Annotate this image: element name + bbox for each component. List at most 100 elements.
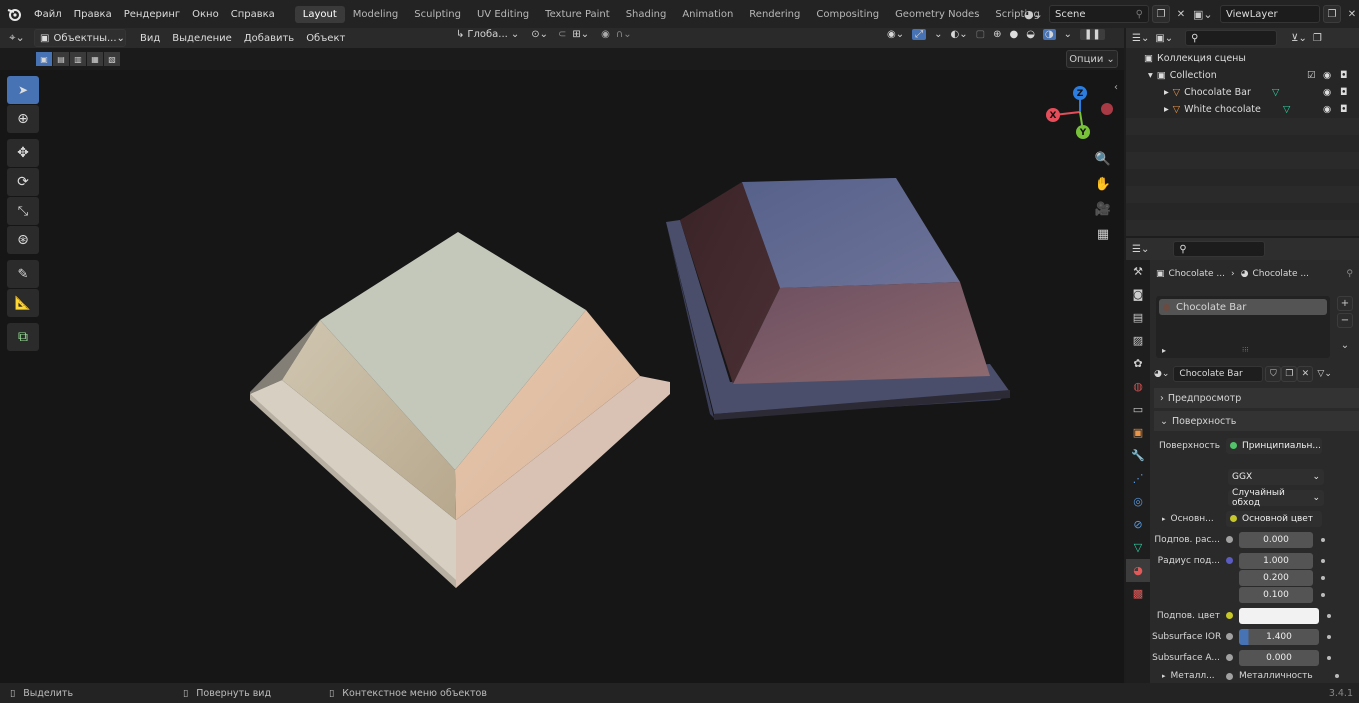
properties-editor-icon[interactable]: ☰⌄ (1132, 244, 1149, 255)
menu-object[interactable]: Объект (300, 33, 351, 44)
expand-arrow-icon[interactable]: ▾ (1148, 70, 1153, 81)
base-color-input[interactable]: Основной цвет (1226, 510, 1322, 527)
keyframe-dot-icon[interactable] (1321, 558, 1325, 563)
outliner-scene-collection[interactable]: ▣ Коллекция сцены (1126, 50, 1359, 67)
link-mode-icon[interactable]: ▽⌄ (1317, 369, 1331, 379)
navigation-gizmo[interactable]: Z X Y (1040, 82, 1120, 142)
shading-solid-icon[interactable]: ● (1009, 29, 1018, 40)
select-intersect-icon[interactable]: ▧ (104, 52, 120, 66)
subsurface-field[interactable]: 0.000 (1239, 531, 1313, 548)
move-tool[interactable]: ✥ (7, 139, 39, 167)
texture-tab-icon[interactable]: ▩ (1126, 582, 1150, 605)
select-new-icon[interactable]: ▣ (36, 52, 52, 66)
particles-tab-icon[interactable]: ⋰ (1126, 467, 1150, 490)
camera-icon[interactable]: ◘ (1340, 104, 1348, 115)
delete-scene-icon[interactable]: ✕ (1173, 5, 1189, 23)
surface-shader-select[interactable]: Принципиальн... (1226, 437, 1322, 454)
display-mode-icon[interactable]: ▣⌄ (1155, 33, 1173, 44)
mode-select[interactable]: ▣ Объектны... ⌄ (34, 29, 126, 47)
view-layer-tab-icon[interactable]: ▨ (1126, 329, 1150, 352)
add-cube-tool[interactable]: ⧉ (7, 323, 39, 351)
select-subtract-icon[interactable]: ▥ (70, 52, 86, 66)
add-slot-icon[interactable]: + (1337, 296, 1353, 311)
zoom-icon[interactable]: 🔍 (1092, 148, 1114, 170)
scale-tool[interactable]: ⤡ (7, 197, 39, 225)
collapse-sidebar-icon[interactable]: ‹ (1114, 82, 1118, 93)
tab-sculpting[interactable]: Sculpting (406, 6, 469, 23)
eye-icon[interactable]: ◉ (1323, 70, 1331, 81)
resize-grip-icon[interactable]: ⁝⁝⁝ (1242, 346, 1249, 354)
camera-icon[interactable]: ◘ (1340, 87, 1348, 98)
pan-hand-icon[interactable]: ✋ (1092, 173, 1114, 195)
tab-uv-editing[interactable]: UV Editing (469, 6, 537, 23)
unlink-material-icon[interactable]: ✕ (1297, 365, 1314, 382)
keyframe-dot-icon[interactable] (1327, 613, 1331, 618)
duplicate-material-icon[interactable]: ❐ (1281, 365, 1298, 382)
perspective-grid-icon[interactable]: ▦ (1092, 223, 1114, 245)
keyframe-dot-icon[interactable] (1327, 634, 1331, 639)
menu-render[interactable]: Рендеринг (118, 9, 186, 20)
new-view-layer-icon[interactable]: ❐ (1323, 5, 1341, 23)
radius-z-field[interactable]: 0.100 (1239, 586, 1313, 603)
tab-geometry-nodes[interactable]: Geometry Nodes (887, 6, 987, 23)
expand-arrow-icon[interactable]: ▸ (1164, 104, 1169, 115)
expand-arrow-icon[interactable]: ▸ (1164, 87, 1169, 98)
metallic-value[interactable]: Металличность (1239, 671, 1313, 681)
outliner-collection-row[interactable]: ▾ ▣ Collection ☑ ◉ ◘ (1126, 67, 1359, 84)
transform-tool[interactable]: ⊛ (7, 226, 39, 254)
world-tab-icon[interactable]: ◍ (1126, 375, 1150, 398)
fake-user-icon[interactable]: ⛉ (1265, 365, 1282, 382)
menu-help[interactable]: Справка (225, 9, 281, 20)
menu-add[interactable]: Добавить (238, 33, 300, 44)
tab-rendering[interactable]: Rendering (741, 6, 808, 23)
constraints-tab-icon[interactable]: ⊘ (1126, 513, 1150, 536)
cursor-tool[interactable]: ⊕ (7, 105, 39, 133)
subsurface-method-select[interactable]: Случайный обход ⌄ (1228, 488, 1324, 508)
properties-search-input[interactable]: ⚲ (1173, 241, 1266, 257)
blender-logo-icon[interactable] (0, 7, 28, 21)
filter-icon[interactable]: ⊻⌄ (1291, 33, 1307, 44)
shading-material-icon[interactable]: ◒ (1026, 29, 1035, 40)
outliner-object-chocolate-bar[interactable]: ▸ ▽ Chocolate Bar ▽ ◉ ◘ (1126, 84, 1359, 101)
radius-y-field[interactable]: 0.200 (1239, 569, 1313, 586)
tool-tab-icon[interactable]: ⚒ (1126, 260, 1150, 283)
render-tab-icon[interactable]: ◙ (1126, 283, 1150, 306)
distribution-select[interactable]: GGX ⌄ (1228, 468, 1324, 485)
object-tab-icon[interactable]: ▣ (1126, 421, 1150, 444)
white-chocolate-object[interactable] (250, 232, 670, 588)
new-collection-icon[interactable]: ❐ (1313, 33, 1322, 44)
keyframe-dot-icon[interactable] (1321, 537, 1325, 542)
outliner-search-input[interactable]: ⚲ (1185, 30, 1278, 46)
view-layer-icon[interactable]: ▣⌄ (1193, 8, 1217, 21)
options-dropdown[interactable]: Опции ⌄ (1066, 50, 1118, 68)
select-invert-icon[interactable]: ▦ (87, 52, 103, 66)
shading-rendered-icon[interactable]: ◑ (1042, 29, 1056, 40)
measure-tool[interactable]: 📐 (7, 289, 39, 317)
delete-view-layer-icon[interactable]: ✕ (1344, 5, 1359, 23)
menu-file[interactable]: Файл (28, 9, 68, 20)
output-tab-icon[interactable]: ▤ (1126, 306, 1150, 329)
snap-target-icon[interactable]: ⊞⌄ (572, 29, 589, 40)
keyframe-dot-icon[interactable] (1335, 674, 1339, 678)
physics-tab-icon[interactable]: ◎ (1126, 490, 1150, 513)
scene-selector-icon[interactable]: ◕⌄ (1024, 8, 1046, 21)
material-slot-item[interactable]: Chocolate Bar (1159, 299, 1327, 315)
keyframe-dot-icon[interactable] (1321, 575, 1325, 580)
visibility-icon[interactable]: ◉⌄ (887, 29, 904, 40)
overlays-icon[interactable]: ◐⌄ (951, 29, 968, 40)
eye-icon[interactable]: ◉ (1323, 87, 1331, 98)
pivot-point-icon[interactable]: ⊙⌄ (531, 29, 548, 40)
camera-icon[interactable]: ◘ (1340, 70, 1348, 81)
tab-modeling[interactable]: Modeling (345, 6, 407, 23)
proportional-edit-icon[interactable]: ◉ (601, 29, 610, 40)
tab-texture-paint[interactable]: Texture Paint (537, 6, 618, 23)
collection-tab-icon[interactable]: ▭ (1126, 398, 1150, 421)
data-tab-icon[interactable]: ▽ (1126, 536, 1150, 559)
shading-wireframe-icon[interactable]: ⊕ (993, 29, 1001, 40)
shading-options-icon[interactable]: ⌄ (1064, 29, 1072, 40)
scene-tab-icon[interactable]: ✿ (1126, 352, 1150, 375)
radius-x-field[interactable]: 1.000 (1239, 552, 1313, 569)
3d-viewport[interactable]: ➤ ⊕ ✥ ⟳ ⤡ ⊛ ✎ 📐 ⧉ Z X Y 🔍 ✋ 🎥 ▦ ‹ (0, 70, 1124, 683)
annotate-tool[interactable]: ✎ (7, 260, 39, 288)
subsurface-aniso-field[interactable]: 0.000 (1239, 649, 1319, 666)
